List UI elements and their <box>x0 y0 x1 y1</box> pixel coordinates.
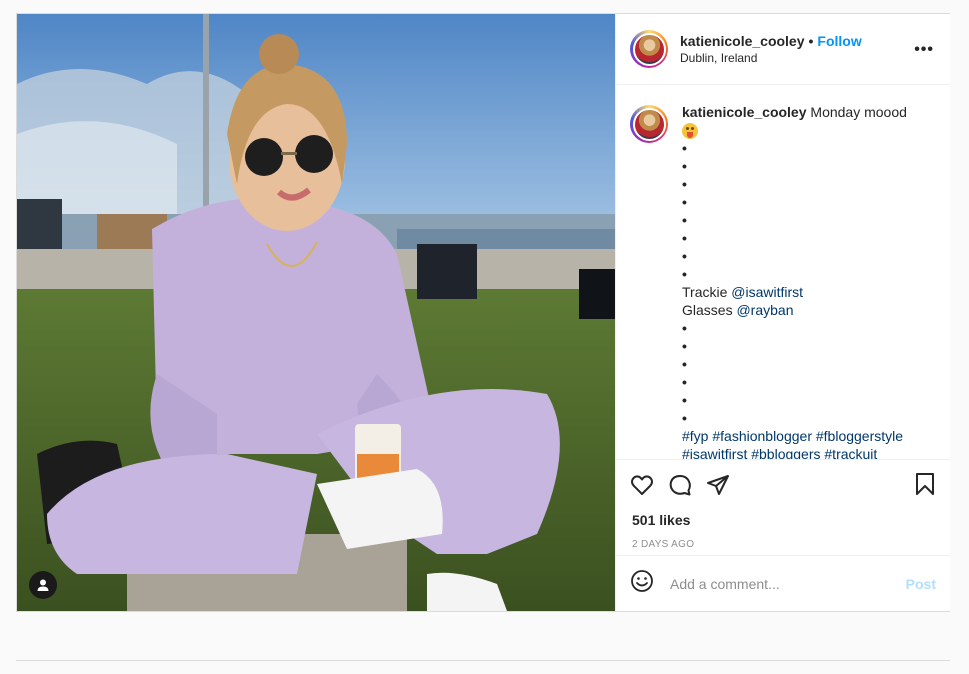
caption-dot: • <box>682 158 687 175</box>
caption-dot: • <box>682 320 687 337</box>
user-icon <box>37 579 49 591</box>
caption-dot: • <box>682 392 687 409</box>
post-header: katienicole_cooley • Follow Dublin, Irelan… <box>616 14 950 85</box>
comments-section[interactable]: katienicole_cooley Monday moood • • • • • • • •… <box>616 85 950 460</box>
caption-username[interactable]: katienicole_cooley <box>682 104 807 120</box>
caption-dot: • <box>682 338 687 355</box>
caption-line-glasses: Glasses @rayban <box>682 302 794 319</box>
caption-dot: • <box>682 140 687 157</box>
hashtags-cut[interactable]: #isawitfirst #bbloggers #trackuit <box>682 445 922 459</box>
heart-icon[interactable] <box>630 473 654 497</box>
header-username[interactable]: katienicole_cooley <box>680 33 805 49</box>
action-bar <box>616 460 950 510</box>
post-photo[interactable] <box>17 14 615 611</box>
caption-text: Monday moood <box>810 104 907 120</box>
caption-dot: • <box>682 194 687 211</box>
caption-dot: • <box>682 248 687 265</box>
mention-rayban[interactable]: @rayban <box>736 302 793 318</box>
caption-dot: • <box>682 374 687 391</box>
location-link[interactable]: Dublin, Ireland <box>680 50 862 66</box>
post-date[interactable]: 2 DAYS AGO <box>616 539 950 550</box>
avatar[interactable] <box>630 30 668 68</box>
post-comment-button[interactable]: Post <box>906 576 936 592</box>
header-separator: • <box>808 33 814 49</box>
caption-avatar[interactable] <box>630 105 668 143</box>
caption-line-trackie: Trackie @isawitfirst <box>682 284 804 301</box>
post-card: katienicole_cooley • Follow Dublin, Irelan… <box>16 13 950 612</box>
caption: katienicole_cooley Monday moood • • • • • • • •… <box>630 103 936 459</box>
hashtags[interactable]: #fyp #fashionblogger #fbloggerstyle <box>682 427 922 445</box>
caption-dot: • <box>682 410 687 427</box>
comment-icon[interactable] <box>668 473 692 497</box>
post-image <box>17 14 615 611</box>
caption-dots-before: • • • • • • • • <box>682 139 922 283</box>
mention-isawitfirst[interactable]: @isawitfirst <box>731 284 803 300</box>
caption-dot: • <box>682 356 687 373</box>
post-side-panel: katienicole_cooley • Follow Dublin, Irelan… <box>615 14 950 611</box>
comment-input[interactable] <box>668 574 906 593</box>
caption-dot: • <box>682 212 687 229</box>
caption-dot: • <box>682 266 687 283</box>
bookmark-icon[interactable] <box>914 472 936 501</box>
tagged-people-button[interactable] <box>29 571 57 599</box>
smiley-icon[interactable] <box>630 569 654 598</box>
page-divider <box>16 660 950 661</box>
caption-dot: • <box>682 176 687 193</box>
share-icon[interactable] <box>706 473 730 497</box>
caption-dot: • <box>682 230 687 247</box>
follow-button[interactable]: Follow <box>817 33 861 49</box>
more-options-icon[interactable]: ••• <box>914 41 934 59</box>
caption-dots-after: • • • • • • <box>682 319 922 427</box>
likes-count[interactable]: 501 likes <box>616 511 950 529</box>
comment-box: Post <box>616 555 950 611</box>
face-with-tongue-icon <box>682 123 698 140</box>
